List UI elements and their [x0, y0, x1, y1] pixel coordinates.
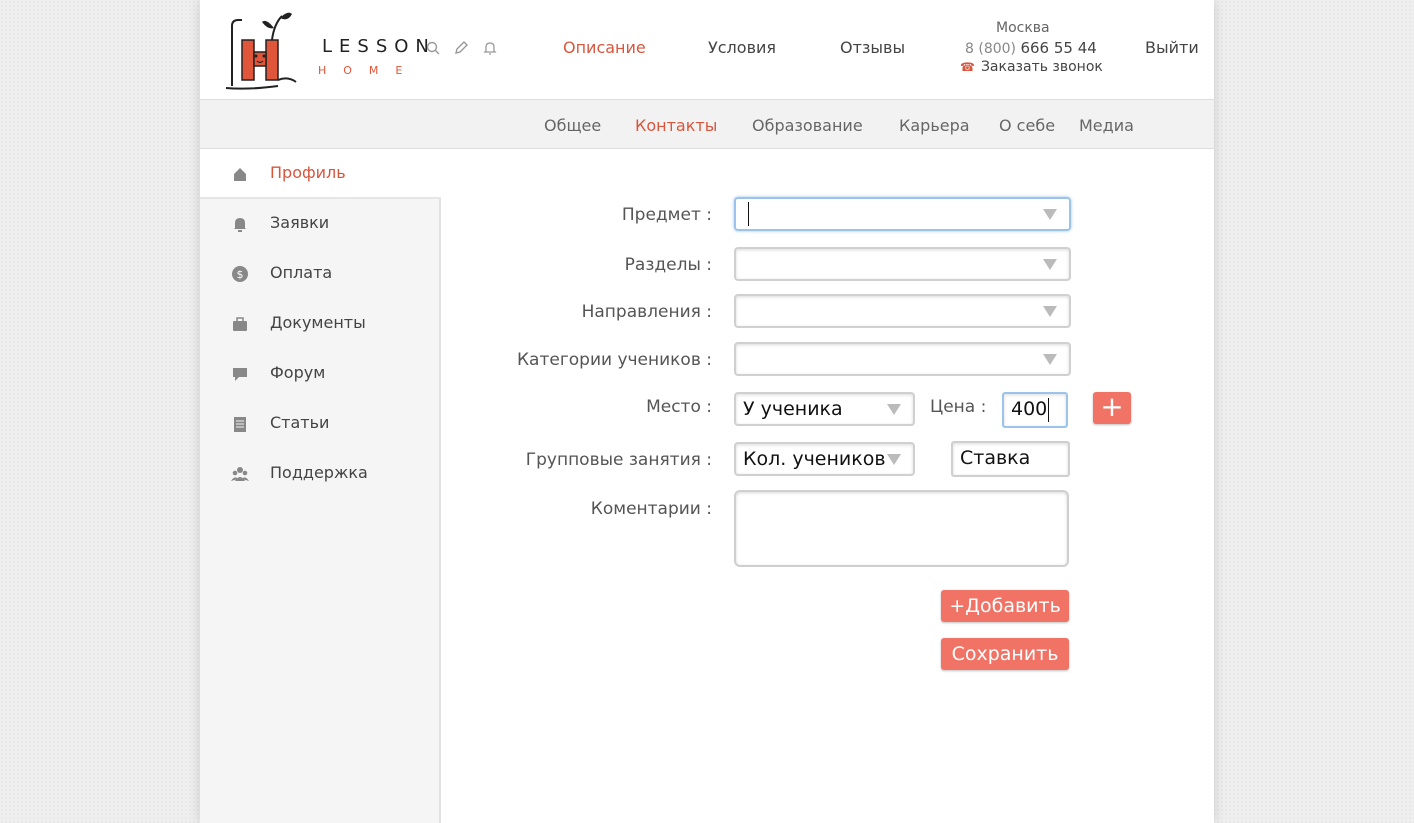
phone: 8 (800) 666 55 44 — [965, 39, 1097, 57]
save-button[interactable]: Сохранить — [941, 638, 1069, 670]
sidebar-item-label: Заявки — [270, 213, 330, 232]
pencil-icon[interactable] — [453, 40, 469, 56]
sections-label: Разделы : — [624, 255, 712, 275]
header: LESSON HOME Описание Условия Отзывы Моск… — [200, 0, 1214, 100]
sidebar-item-label: Документы — [270, 313, 366, 332]
add-price-button[interactable]: + — [1093, 392, 1131, 424]
chevron-down-icon — [887, 454, 901, 465]
logo-mascot-icon — [225, 12, 297, 90]
chevron-down-icon — [887, 404, 901, 415]
place-value: У ученика — [743, 398, 843, 420]
add-button[interactable]: +Добавить — [941, 590, 1069, 622]
briefcase-icon — [233, 317, 247, 331]
place-select[interactable]: У ученика — [734, 392, 915, 426]
sidebar-item-label: Поддержка — [270, 463, 368, 482]
tab-contacts[interactable]: Контакты — [635, 116, 717, 135]
rate-value: Ставка — [960, 447, 1031, 469]
sidebar-item-articles[interactable]: Статьи — [200, 399, 441, 449]
sub-nav: Общее Контакты Образование Карьера О себ… — [200, 100, 1214, 149]
comments-textarea[interactable] — [734, 490, 1069, 567]
sidebar-item-requests[interactable]: Заявки — [200, 199, 441, 249]
price-value: 400 — [1011, 398, 1048, 420]
sections-select[interactable] — [734, 247, 1071, 281]
logo-word: LESSON — [322, 36, 436, 57]
group-label: Групповые занятия : — [525, 450, 712, 470]
rate-input[interactable]: Ставка — [951, 441, 1070, 477]
tab-education[interactable]: Образование — [752, 116, 863, 135]
sidebar-item-profile[interactable]: Профиль — [200, 149, 441, 199]
subject-select[interactable] — [734, 197, 1071, 231]
sidebar-item-support[interactable]: Поддержка — [200, 449, 441, 499]
text-cursor — [1048, 398, 1049, 422]
sidebar-item-label: Оплата — [270, 263, 333, 282]
nav-reviews[interactable]: Отзывы — [840, 38, 905, 57]
phone-number: 666 55 44 — [1020, 39, 1097, 57]
dollar-icon: $ — [232, 266, 248, 282]
directions-select[interactable] — [734, 294, 1071, 328]
tab-about[interactable]: О себе — [999, 116, 1055, 135]
sidebar-item-label: Профиль — [270, 163, 346, 182]
sidebar-item-documents[interactable]: Документы — [200, 299, 441, 349]
group-count-select[interactable]: Кол. учеников — [734, 442, 915, 476]
bell-icon[interactable] — [482, 40, 498, 56]
users-icon — [231, 467, 249, 481]
comments-label: Коментарии : — [590, 499, 712, 519]
categories-select[interactable] — [734, 342, 1071, 376]
subject-label: Предмет : — [621, 205, 712, 225]
tab-career[interactable]: Карьера — [899, 116, 970, 135]
price-input[interactable]: 400 — [1002, 392, 1068, 428]
chevron-down-icon — [1043, 209, 1057, 220]
document-icon — [234, 417, 246, 432]
logo-sub: HOME — [318, 64, 420, 77]
sidebar-item-label: Форум — [270, 363, 326, 382]
page: LESSON HOME Описание Условия Отзывы Моск… — [200, 0, 1214, 823]
price-label: Цена : — [930, 397, 987, 417]
city: Москва — [996, 20, 1050, 36]
sidebar-item-label: Статьи — [270, 413, 330, 432]
group-count-value: Кол. учеников — [743, 448, 886, 470]
chevron-down-icon — [1043, 354, 1057, 365]
nav-conditions[interactable]: Условия — [708, 38, 776, 57]
sidebar-item-forum[interactable]: Форум — [200, 349, 441, 399]
logout-link[interactable]: Выйти — [1145, 38, 1199, 57]
tab-media[interactable]: Медиа — [1079, 116, 1134, 135]
categories-label: Категории учеников : — [516, 350, 712, 370]
place-label: Место : — [646, 397, 712, 417]
svg-text:$: $ — [237, 268, 244, 281]
sidebar-item-payment[interactable]: $ Оплата — [200, 249, 441, 299]
callback-label: Заказать звонок — [980, 59, 1103, 75]
home-icon — [234, 168, 246, 181]
phone-prefix: 8 (800) — [965, 41, 1017, 57]
chat-icon — [233, 368, 247, 381]
chevron-down-icon — [1043, 306, 1057, 317]
callback-link[interactable]: ☎ Заказать звонок — [960, 59, 1103, 75]
sidebar: Профиль Заявки $ Оплата Документы Форум … — [200, 149, 441, 823]
logo[interactable]: LESSON HOME — [218, 6, 429, 92]
tab-general[interactable]: Общее — [544, 116, 601, 135]
search-icon[interactable] — [425, 40, 441, 56]
chevron-down-icon — [1043, 259, 1057, 270]
text-cursor — [748, 202, 749, 226]
nav-description[interactable]: Описание — [563, 38, 646, 57]
directions-label: Направления : — [581, 302, 712, 322]
phone-icon: ☎ — [960, 60, 975, 74]
bell-icon — [234, 218, 246, 232]
